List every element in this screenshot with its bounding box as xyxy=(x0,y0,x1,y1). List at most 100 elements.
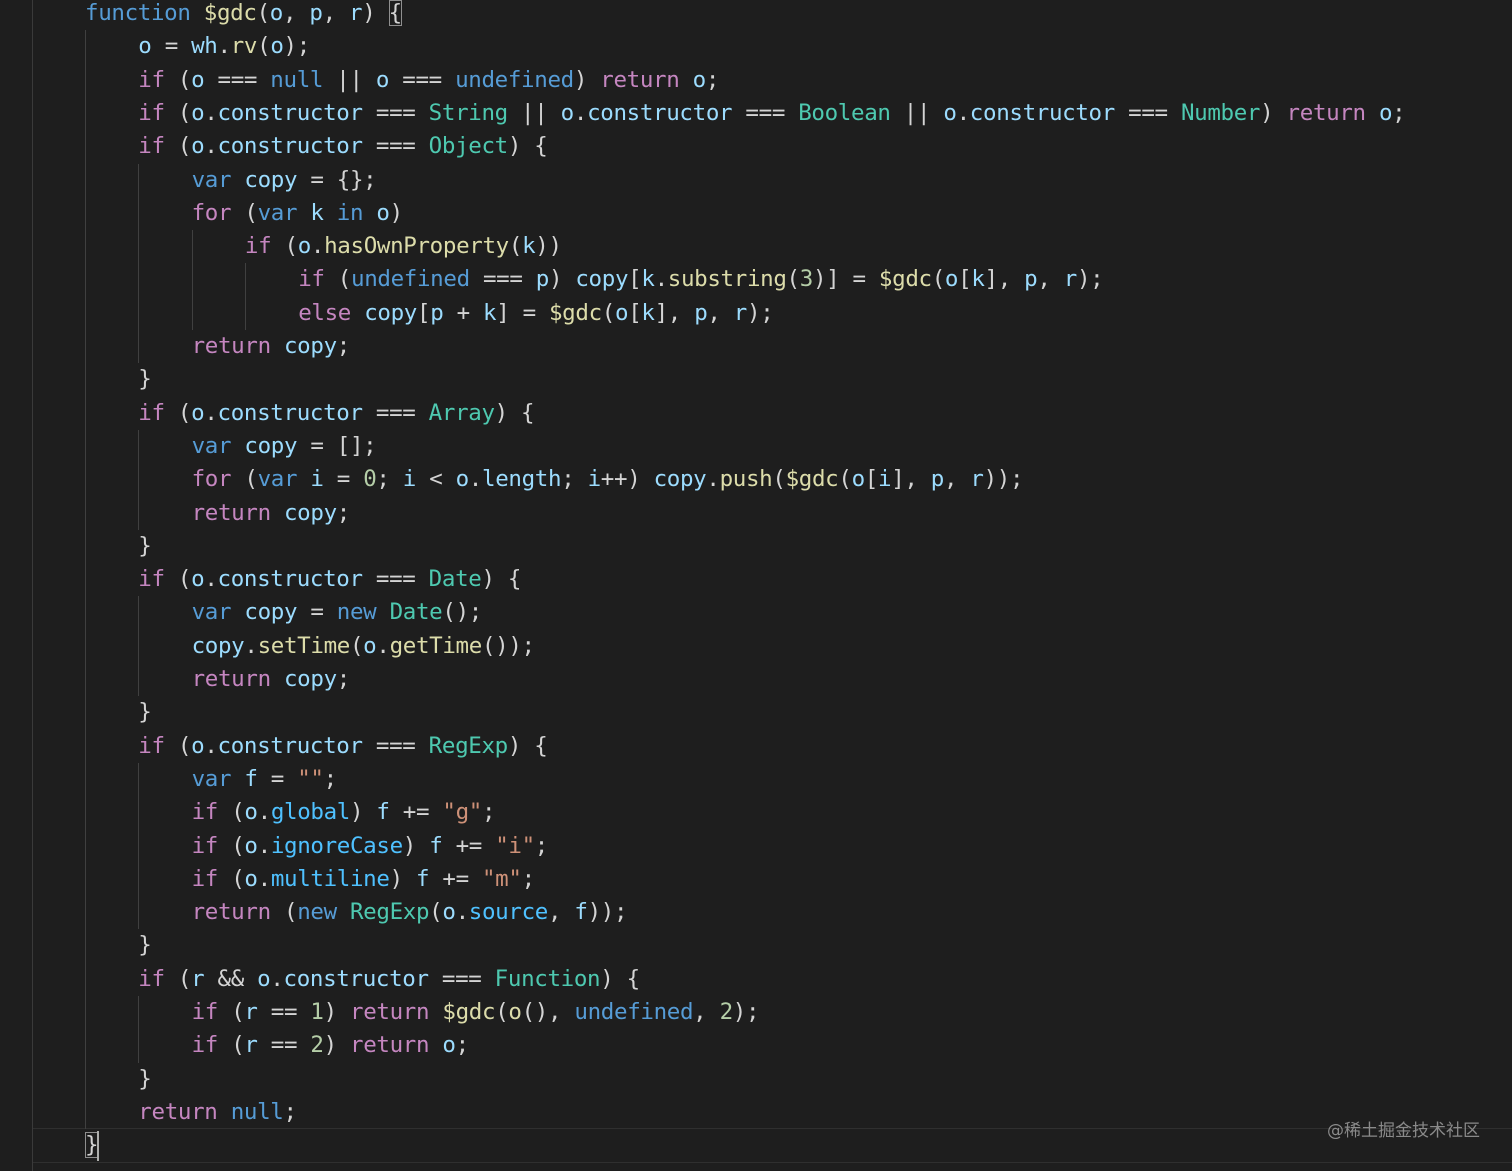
code-token: constructor xyxy=(217,399,364,426)
code-token: , xyxy=(693,999,720,1025)
code-editor[interactable]: function $gdc(o, p, r) {o = wh.rv(o); if … xyxy=(0,0,1512,1171)
code-line[interactable]: } xyxy=(138,1063,152,1096)
code-line[interactable]: return copy; xyxy=(192,330,351,363)
code-line[interactable]: var f = ""; xyxy=(192,763,338,796)
code-line[interactable]: if (o.global) f += "g"; xyxy=(192,796,496,829)
code-token: f xyxy=(244,765,258,792)
code-token: var xyxy=(257,466,298,493)
code-line[interactable]: if (o.hasOwnProperty(k)) xyxy=(245,230,562,263)
code-token: $gdc xyxy=(548,299,602,326)
code-line[interactable]: return copy; xyxy=(192,663,351,696)
code-token: Object xyxy=(428,133,509,160)
code-token: i xyxy=(310,466,324,493)
code-line[interactable]: if (o.constructor === RegExp) { xyxy=(138,730,548,763)
code-token: k xyxy=(482,299,497,326)
code-token: for xyxy=(191,466,232,493)
code-token: ( xyxy=(931,266,946,293)
code-line[interactable]: if (r == 2) return o; xyxy=(192,1029,470,1062)
code-token: var xyxy=(191,599,232,626)
code-token: p xyxy=(1024,266,1038,293)
code-token: || xyxy=(890,99,944,126)
code-token: . xyxy=(257,799,272,826)
code-token: copy xyxy=(364,299,417,326)
gutter-divider xyxy=(32,0,33,1171)
code-line[interactable]: if (o.ignoreCase) f += "i"; xyxy=(192,830,549,863)
code-token: return xyxy=(191,499,272,526)
indent-guide xyxy=(138,596,140,697)
code-line[interactable]: } xyxy=(138,929,152,962)
code-line[interactable]: o = wh.rv(o); xyxy=(138,30,310,63)
code-line[interactable]: copy.setTime(o.getTime()); xyxy=(192,630,536,663)
code-token: ; xyxy=(336,666,351,692)
code-token: r xyxy=(244,999,258,1025)
code-token: === xyxy=(362,99,429,126)
code-token: )) xyxy=(535,233,562,260)
code-line[interactable]: return null; xyxy=(138,1096,297,1129)
code-line[interactable]: if (o.multiline) f += "m"; xyxy=(192,863,536,896)
code-line[interactable]: if (o.constructor === Object) { xyxy=(138,130,548,163)
code-token: p xyxy=(430,299,444,326)
code-token: ) xyxy=(573,66,601,93)
code-line[interactable]: return (new RegExp(o.source, f)); xyxy=(192,896,628,929)
code-line[interactable]: if (o.constructor === Date) { xyxy=(138,563,521,596)
code-token: === xyxy=(389,66,456,93)
code-token: . xyxy=(204,732,218,759)
code-line[interactable]: for (var k in o) xyxy=(191,197,404,230)
code-token: "m" xyxy=(481,865,522,892)
code-token: setTime xyxy=(257,632,351,659)
code-token: constructor xyxy=(217,566,364,593)
code-token: undefined xyxy=(455,66,574,93)
code-line[interactable]: var copy = []; xyxy=(192,430,377,463)
code-line[interactable]: return copy; xyxy=(191,497,351,530)
code-token: === xyxy=(362,399,429,426)
code-token: += xyxy=(389,799,443,826)
code-line[interactable]: function $gdc(o, p, r) { xyxy=(85,0,402,30)
code-token: if xyxy=(298,266,325,293)
code-token: === xyxy=(732,99,799,126)
code-token: ) { xyxy=(494,399,535,426)
code-line[interactable]: else copy[p + k] = $gdc(o[k], p, r); xyxy=(298,297,774,330)
code-token: f xyxy=(376,799,390,826)
code-token: ( xyxy=(508,233,523,260)
code-token: for xyxy=(191,199,232,226)
code-token: o xyxy=(376,199,390,226)
code-token: new xyxy=(336,599,377,626)
code-token: p xyxy=(930,466,945,493)
code-token: o xyxy=(269,0,284,26)
code-token: var xyxy=(257,199,298,226)
code-token: o xyxy=(191,732,205,759)
code-line[interactable]: if (r == 1) return $gdc(o(), undefined, … xyxy=(192,996,760,1029)
code-line[interactable]: if (o.constructor === String || o.constr… xyxy=(138,97,1405,130)
code-token: if xyxy=(138,732,165,759)
code-token: = xyxy=(151,33,192,60)
code-line[interactable]: for (var i = 0; i < o.length; i++) copy.… xyxy=(192,463,1024,496)
code-line[interactable]: } xyxy=(138,530,152,563)
code-line[interactable]: if (o.constructor === Array) { xyxy=(138,397,534,430)
watermark: @稀土掘金技术社区 xyxy=(1327,1121,1480,1141)
code-token: $gdc xyxy=(442,999,496,1025)
code-token: } xyxy=(138,532,152,559)
code-token: Array xyxy=(428,399,495,426)
code-token: ; xyxy=(455,1032,470,1059)
code-line[interactable]: } xyxy=(138,363,152,396)
code-line[interactable]: var copy = {}; xyxy=(192,164,377,197)
code-token: var xyxy=(191,166,232,193)
code-line[interactable]: if (r && o.constructor === Function) { xyxy=(138,963,640,996)
code-line[interactable]: if (undefined === p) copy[k.substring(3)… xyxy=(298,263,1104,296)
code-token: var xyxy=(191,432,232,459)
code-token: = xyxy=(297,599,337,626)
code-line[interactable]: if (o === null || o === undefined) retur… xyxy=(138,64,719,97)
code-line[interactable]: var copy = new Date(); xyxy=(191,596,483,629)
code-token: ) { xyxy=(507,732,548,759)
code-token: copy xyxy=(244,432,298,459)
code-token: copy xyxy=(653,466,707,493)
code-line[interactable]: } xyxy=(138,696,152,729)
code-token: o xyxy=(692,66,707,93)
